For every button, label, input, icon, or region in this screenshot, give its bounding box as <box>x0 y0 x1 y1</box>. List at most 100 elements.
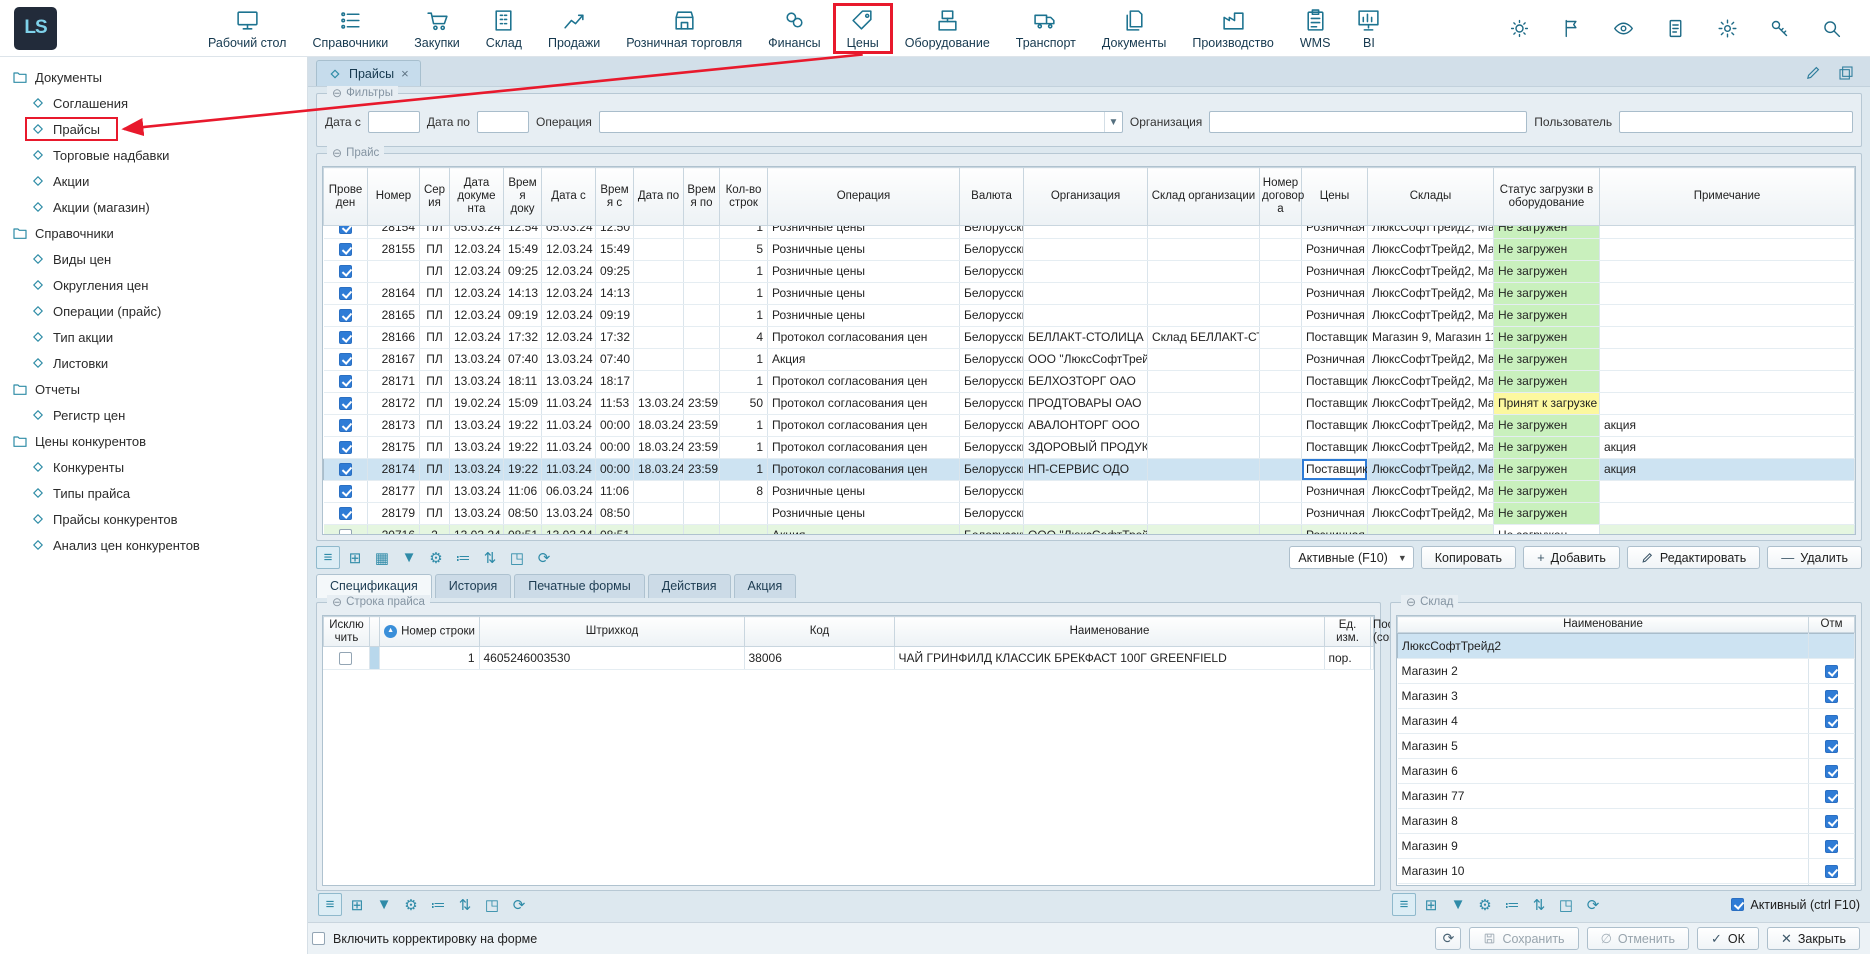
store-checkbox[interactable] <box>1825 815 1838 828</box>
active-checkbox[interactable] <box>1731 898 1744 911</box>
row-checkbox[interactable] <box>339 353 352 366</box>
list-view-icon[interactable]: ≡ <box>318 893 342 916</box>
price-row[interactable]: 28171ПЛ13.03.2418:1113.03.2418:171Проток… <box>324 371 1855 393</box>
price-column-header[interactable]: Склад организации <box>1148 168 1260 226</box>
row-checkbox[interactable] <box>339 265 352 278</box>
spec-row[interactable]: 1460524600353038006ЧАЙ ГРИНФИЛД КЛАССИК … <box>323 647 1374 670</box>
sidebar-item-округления-цен[interactable]: Округления цен <box>0 272 307 298</box>
price-column-header[interactable]: Прове ден <box>324 168 368 226</box>
price-column-header[interactable]: Сер ия <box>420 168 450 226</box>
store-checkbox[interactable] <box>1825 665 1838 678</box>
toolbar-item-finance[interactable]: Финансы <box>755 4 833 53</box>
price-column-header[interactable]: Врем я по <box>684 168 720 226</box>
row-checkbox[interactable] <box>339 287 352 300</box>
sort-icon[interactable]: ⇅ <box>1527 893 1551 916</box>
row-checkbox[interactable] <box>339 331 352 344</box>
script-icon[interactable] <box>1665 18 1686 39</box>
row-checkbox[interactable] <box>339 243 352 256</box>
sidebar-item-соглашения[interactable]: Соглашения <box>0 90 307 116</box>
toolbar-item-equipment[interactable]: Оборудование <box>892 4 1003 53</box>
collapse-icon[interactable]: ⊖ <box>332 146 342 161</box>
tab-prices[interactable]: Прайсы × <box>316 60 421 86</box>
row-checkbox[interactable] <box>339 441 352 454</box>
maximize-icon[interactable] <box>1838 65 1854 81</box>
sklad-row[interactable]: Магазин 4 <box>1398 708 1855 733</box>
eye-icon[interactable] <box>1613 18 1634 39</box>
price-column-header[interactable]: Кол-во строк <box>720 168 768 226</box>
user-input[interactable] <box>1619 111 1853 133</box>
numbered-list-icon[interactable]: ≔ <box>1500 893 1524 916</box>
open-window-icon[interactable]: ◳ <box>505 546 529 569</box>
sidebar-item-типы-прайса[interactable]: Типы прайса <box>0 480 307 506</box>
gear-icon[interactable]: ⚙ <box>1473 893 1497 916</box>
sklad-row[interactable]: ЛюксСофтТрейд2 <box>1398 633 1855 658</box>
collapse-icon[interactable]: ⊖ <box>1406 595 1416 610</box>
price-row[interactable]: 28172ПЛ19.02.2415:0911.03.2411:5313.03.2… <box>324 393 1855 415</box>
price-column-header[interactable]: Врем я доку <box>504 168 542 226</box>
price-row[interactable]: 28166ПЛ12.03.2417:3212.03.2417:324Проток… <box>324 327 1855 349</box>
sidebar-item-отчеты[interactable]: Отчеты <box>0 376 307 402</box>
price-column-header[interactable]: Примечание <box>1600 168 1855 226</box>
price-column-header[interactable]: Операция <box>768 168 960 226</box>
sklad-row[interactable]: Магазин 11 <box>1398 883 1855 885</box>
filter-icon[interactable]: ▼ <box>372 893 396 916</box>
store-checkbox[interactable] <box>1825 765 1838 778</box>
numbered-list-icon[interactable]: ≔ <box>426 893 450 916</box>
price-column-header[interactable]: Организация <box>1024 168 1148 226</box>
price-row[interactable]: 28179ПЛ13.03.2408:5013.03.2408:50Розничн… <box>324 503 1855 525</box>
filter-icon[interactable]: ▼ <box>1446 893 1470 916</box>
spec-column-header[interactable]: Ед. изм. <box>1325 617 1371 647</box>
price-column-header[interactable]: Цены <box>1302 168 1368 226</box>
gear-icon[interactable]: ⚙ <box>399 893 423 916</box>
toolbar-item-directory[interactable]: Справочники <box>299 4 401 53</box>
spec-column-header[interactable] <box>370 617 380 647</box>
tab-печатные формы[interactable]: Печатные формы <box>514 574 645 598</box>
sklad-row[interactable]: Магазин 5 <box>1398 733 1855 758</box>
row-checkbox[interactable] <box>339 375 352 388</box>
price-row[interactable]: 28155ПЛ12.03.2415:4912.03.2415:495Рознич… <box>324 239 1855 261</box>
active-filter-select[interactable]: Активные (F10)▼ <box>1289 546 1413 569</box>
sidebar-item-цены-конкурентов[interactable]: Цены конкурентов <box>0 428 307 454</box>
toolbar-item-production[interactable]: Производство <box>1179 4 1287 53</box>
save-button[interactable]: Сохранить <box>1469 927 1578 950</box>
toolbar-item-retail[interactable]: Розничная торговля <box>613 4 755 53</box>
price-row[interactable]: 28174ПЛ13.03.2419:2211.03.2400:0018.03.2… <box>324 459 1855 481</box>
grid-view-icon[interactable]: ⊞ <box>343 546 367 569</box>
sklad-row[interactable]: Магазин 8 <box>1398 808 1855 833</box>
gear-icon[interactable]: ⚙ <box>424 546 448 569</box>
price-column-header[interactable]: Дата с <box>542 168 596 226</box>
exclude-checkbox[interactable] <box>339 652 352 665</box>
store-checkbox[interactable] <box>1825 865 1838 878</box>
price-column-header[interactable]: Дата по <box>634 168 684 226</box>
toolbar-item-transport[interactable]: Транспорт <box>1003 4 1089 53</box>
price-column-header[interactable]: Врем я с <box>596 168 634 226</box>
calendar-icon[interactable]: ▦ <box>370 546 394 569</box>
price-row[interactable]: 28165ПЛ12.03.2409:1912.03.2409:191Рознич… <box>324 305 1855 327</box>
refresh-icon[interactable]: ⟳ <box>1581 893 1605 916</box>
spec-column-header[interactable]: Код <box>745 617 895 647</box>
date-to-input[interactable] <box>477 111 529 133</box>
spec-column-header[interactable]: Наименование <box>895 617 1325 647</box>
price-row[interactable]: 20716213.03.2408:5113.03.2408:51АкцияБел… <box>324 525 1855 535</box>
sidebar-item-тип-акции[interactable]: Тип акции <box>0 324 307 350</box>
sidebar-item-виды-цен[interactable]: Виды цен <box>0 246 307 272</box>
organization-input[interactable] <box>1209 111 1527 133</box>
row-checkbox[interactable] <box>339 397 352 410</box>
sklad-col-name[interactable]: Наименование <box>1398 617 1809 633</box>
store-checkbox[interactable] <box>1825 715 1838 728</box>
sort-asc-icon[interactable]: ▲ <box>384 625 397 638</box>
ok-button[interactable]: ✓ОК <box>1697 927 1759 950</box>
toolbar-item-documents[interactable]: Документы <box>1089 4 1179 53</box>
sidebar-item-акции[interactable]: Акции <box>0 168 307 194</box>
price-row[interactable]: 28164ПЛ12.03.2414:1312.03.2414:131Рознич… <box>324 283 1855 305</box>
gear-icon[interactable] <box>1717 18 1738 39</box>
row-checkbox[interactable] <box>339 309 352 322</box>
sklad-row[interactable]: Магазин 10 <box>1398 858 1855 883</box>
price-column-header[interactable]: Валюта <box>960 168 1024 226</box>
price-row[interactable]: 28154ПЛ05.03.2412:5405.03.2412:501Рознич… <box>324 226 1855 239</box>
toolbar-item-cart[interactable]: Закупки <box>401 4 473 53</box>
edit-pencil-icon[interactable] <box>1805 64 1822 81</box>
sidebar-item-справочники[interactable]: Справочники <box>0 220 307 246</box>
price-row[interactable]: 28177ПЛ13.03.2411:0606.03.2411:068Рознич… <box>324 481 1855 503</box>
tab-история[interactable]: История <box>435 574 511 598</box>
